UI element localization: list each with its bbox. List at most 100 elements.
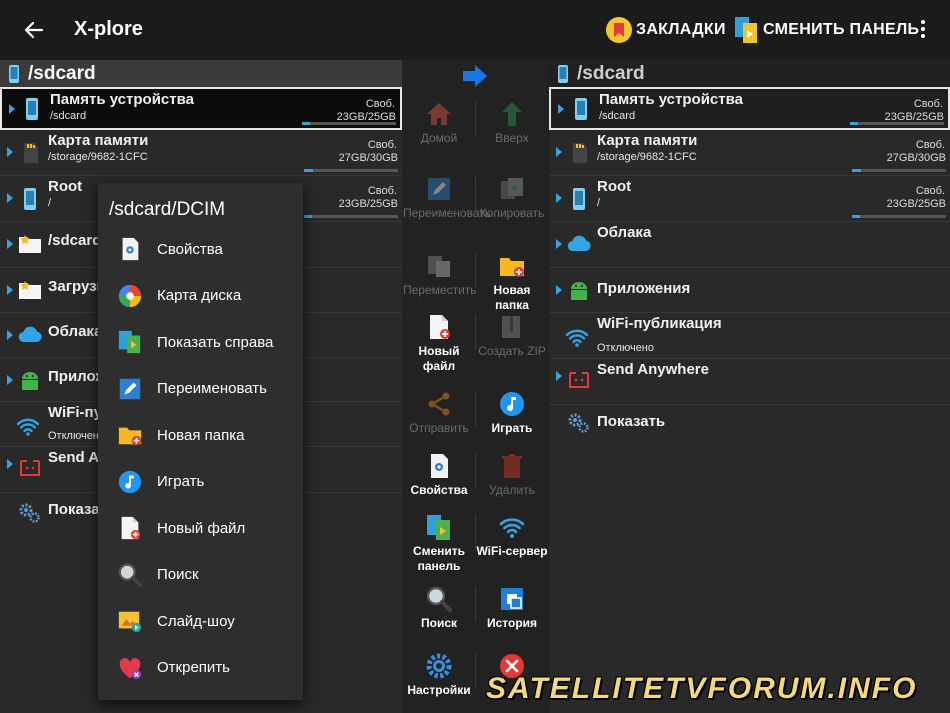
tool-switch-panel[interactable]: Сменить панель — [403, 513, 475, 574]
android-icon — [22, 372, 38, 390]
usage-bar — [852, 169, 946, 172]
wifi-icon — [16, 418, 40, 436]
expand-arrow-icon[interactable] — [558, 104, 564, 114]
sd-card-icon — [573, 143, 587, 163]
row-status: Отключено — [48, 430, 105, 442]
menu-item-disk-map[interactable]: Карта диска — [98, 274, 303, 318]
menu-item-label: Переименовать — [157, 380, 267, 397]
cloud-icon — [567, 235, 591, 252]
tool-label: Новый файл — [418, 344, 460, 373]
overflow-menu-icon[interactable] — [914, 18, 932, 42]
expand-arrow-icon[interactable] — [7, 193, 13, 203]
tool-up-arrow[interactable]: Вверх — [476, 100, 548, 146]
phone-storage-icon — [573, 188, 585, 210]
tool-label: История — [486, 616, 538, 630]
expand-arrow-icon[interactable] — [556, 147, 562, 157]
expand-arrow-icon[interactable] — [7, 330, 13, 340]
new-folder-icon — [117, 422, 143, 448]
tool-label: Свойства — [410, 483, 468, 497]
tool-copy[interactable]: Копировать — [476, 175, 548, 221]
tool-properties[interactable]: Свойства — [403, 452, 475, 498]
left-panel-header[interactable]: /sdcard — [0, 60, 402, 87]
menu-item-search[interactable]: Поиск — [98, 553, 303, 597]
tool-label: Переименовать — [403, 206, 491, 220]
tool-label: Удалить — [489, 483, 535, 497]
usage-bar — [850, 122, 944, 125]
tool-zip[interactable]: Создать ZIP — [476, 313, 548, 359]
menu-item-rename[interactable]: Переименовать — [98, 367, 303, 411]
expand-arrow-icon[interactable] — [556, 239, 562, 249]
sd-card-icon — [24, 143, 38, 163]
tool-label: Копировать — [479, 206, 545, 220]
right-row-show[interactable]: Показать — [549, 405, 950, 445]
tool-new-file[interactable]: Новый файл — [403, 313, 475, 374]
menu-item-show-right[interactable]: Показать справа — [98, 320, 303, 364]
tool-search[interactable]: Поиск — [403, 585, 475, 631]
menu-item-label: Играть — [157, 473, 205, 490]
expand-arrow-icon[interactable] — [7, 285, 13, 295]
menu-item-label: Новый файл — [157, 519, 246, 537]
menu-item-label: Свойства — [157, 240, 223, 258]
right-row-device-storage[interactable]: Память устройства /sdcard Своб. 23GB/25G… — [549, 87, 950, 130]
free-label: Своб. — [365, 98, 395, 110]
left-row-sd-card[interactable]: Карта памяти /storage/9682-1CFC Своб. 27… — [0, 130, 402, 176]
menu-item-label: Слайд-шоу — [157, 612, 235, 630]
right-row-root[interactable]: Root / Своб. 23GB/25GB — [549, 176, 950, 222]
right-row-send-anywhere[interactable]: Send Anywhere — [549, 359, 950, 405]
tool-home[interactable]: Домой — [403, 100, 475, 146]
right-row-wifi-share[interactable]: WiFi-публикация Отключено — [549, 313, 950, 359]
switch-panel-button[interactable]: СМЕНИТЬ ПАНЕЛЬ — [734, 16, 919, 44]
send-anywhere-icon — [569, 372, 589, 388]
gears-icon — [19, 503, 40, 523]
right-row-apps[interactable]: Приложения — [549, 268, 950, 313]
free-label: Своб. — [915, 139, 945, 151]
bookmarks-button[interactable]: ЗАКЛАДКИ — [605, 16, 726, 44]
menu-item-properties[interactable]: Свойства — [98, 227, 303, 271]
free-label: Своб. — [367, 185, 397, 197]
tool-move[interactable]: Переместить — [403, 252, 477, 298]
menu-item-new-folder[interactable]: Новая папка — [98, 413, 303, 457]
menu-item-slideshow[interactable]: Слайд-шоу — [98, 599, 303, 643]
phone-storage-icon — [26, 98, 38, 120]
menu-item-unpin-heart[interactable]: Открепить — [98, 646, 303, 690]
new-file-icon — [425, 313, 453, 341]
expand-arrow-icon[interactable] — [7, 375, 13, 385]
tool-label: Вверх — [495, 131, 529, 145]
tool-share[interactable]: Отправить — [403, 390, 475, 436]
back-arrow-icon[interactable] — [22, 16, 46, 44]
menu-item-play[interactable]: Играть — [98, 460, 303, 504]
settings-icon — [425, 652, 453, 680]
tool-rename[interactable]: Переименовать — [403, 175, 491, 221]
trash-icon — [498, 452, 526, 480]
phone-storage-icon — [575, 98, 587, 120]
free-label: Своб. — [913, 98, 943, 110]
right-row-sd-card[interactable]: Карта памяти /storage/9682-1CFC Своб. 27… — [549, 130, 950, 176]
expand-arrow-icon[interactable] — [556, 285, 562, 295]
expand-arrow-icon[interactable] — [9, 104, 15, 114]
expand-arrow-icon[interactable] — [7, 459, 13, 469]
operations-toolbar: Домой Вверх Переименовать Копировать Перемес… — [402, 60, 549, 713]
context-menu-title: /sdcard/DCIM — [109, 199, 226, 220]
home-icon — [425, 100, 453, 128]
context-menu: /sdcard/DCIM Свойства Карта диска Показать… — [98, 183, 303, 700]
show-right-icon — [117, 329, 143, 355]
tool-settings[interactable]: Настройки — [403, 652, 475, 698]
tool-label: Новая папка — [493, 283, 531, 312]
tool-trash[interactable]: Удалить — [476, 452, 548, 498]
right-panel-header[interactable]: /sdcard — [549, 60, 950, 87]
usage-bar — [852, 215, 946, 218]
expand-arrow-icon[interactable] — [556, 193, 562, 203]
expand-arrow-icon[interactable] — [7, 147, 13, 157]
expand-arrow-icon[interactable] — [556, 371, 562, 381]
left-row-device-storage[interactable]: Память устройства /sdcard Своб. 23GB/25G… — [0, 87, 402, 130]
tool-new-folder[interactable]: Новая папка — [476, 252, 548, 313]
search-icon — [425, 585, 453, 613]
tool-label: Поиск — [420, 616, 457, 630]
tool-label: Создать ZIP — [478, 344, 546, 358]
tool-play[interactable]: Играть — [476, 390, 548, 436]
menu-item-new-file[interactable]: Новый файл — [98, 506, 303, 550]
tool-history[interactable]: История — [476, 585, 548, 631]
tool-wifi[interactable]: WiFi-сервер — [476, 513, 548, 559]
expand-arrow-icon[interactable] — [7, 239, 13, 249]
right-row-clouds[interactable]: Облака — [549, 222, 950, 268]
